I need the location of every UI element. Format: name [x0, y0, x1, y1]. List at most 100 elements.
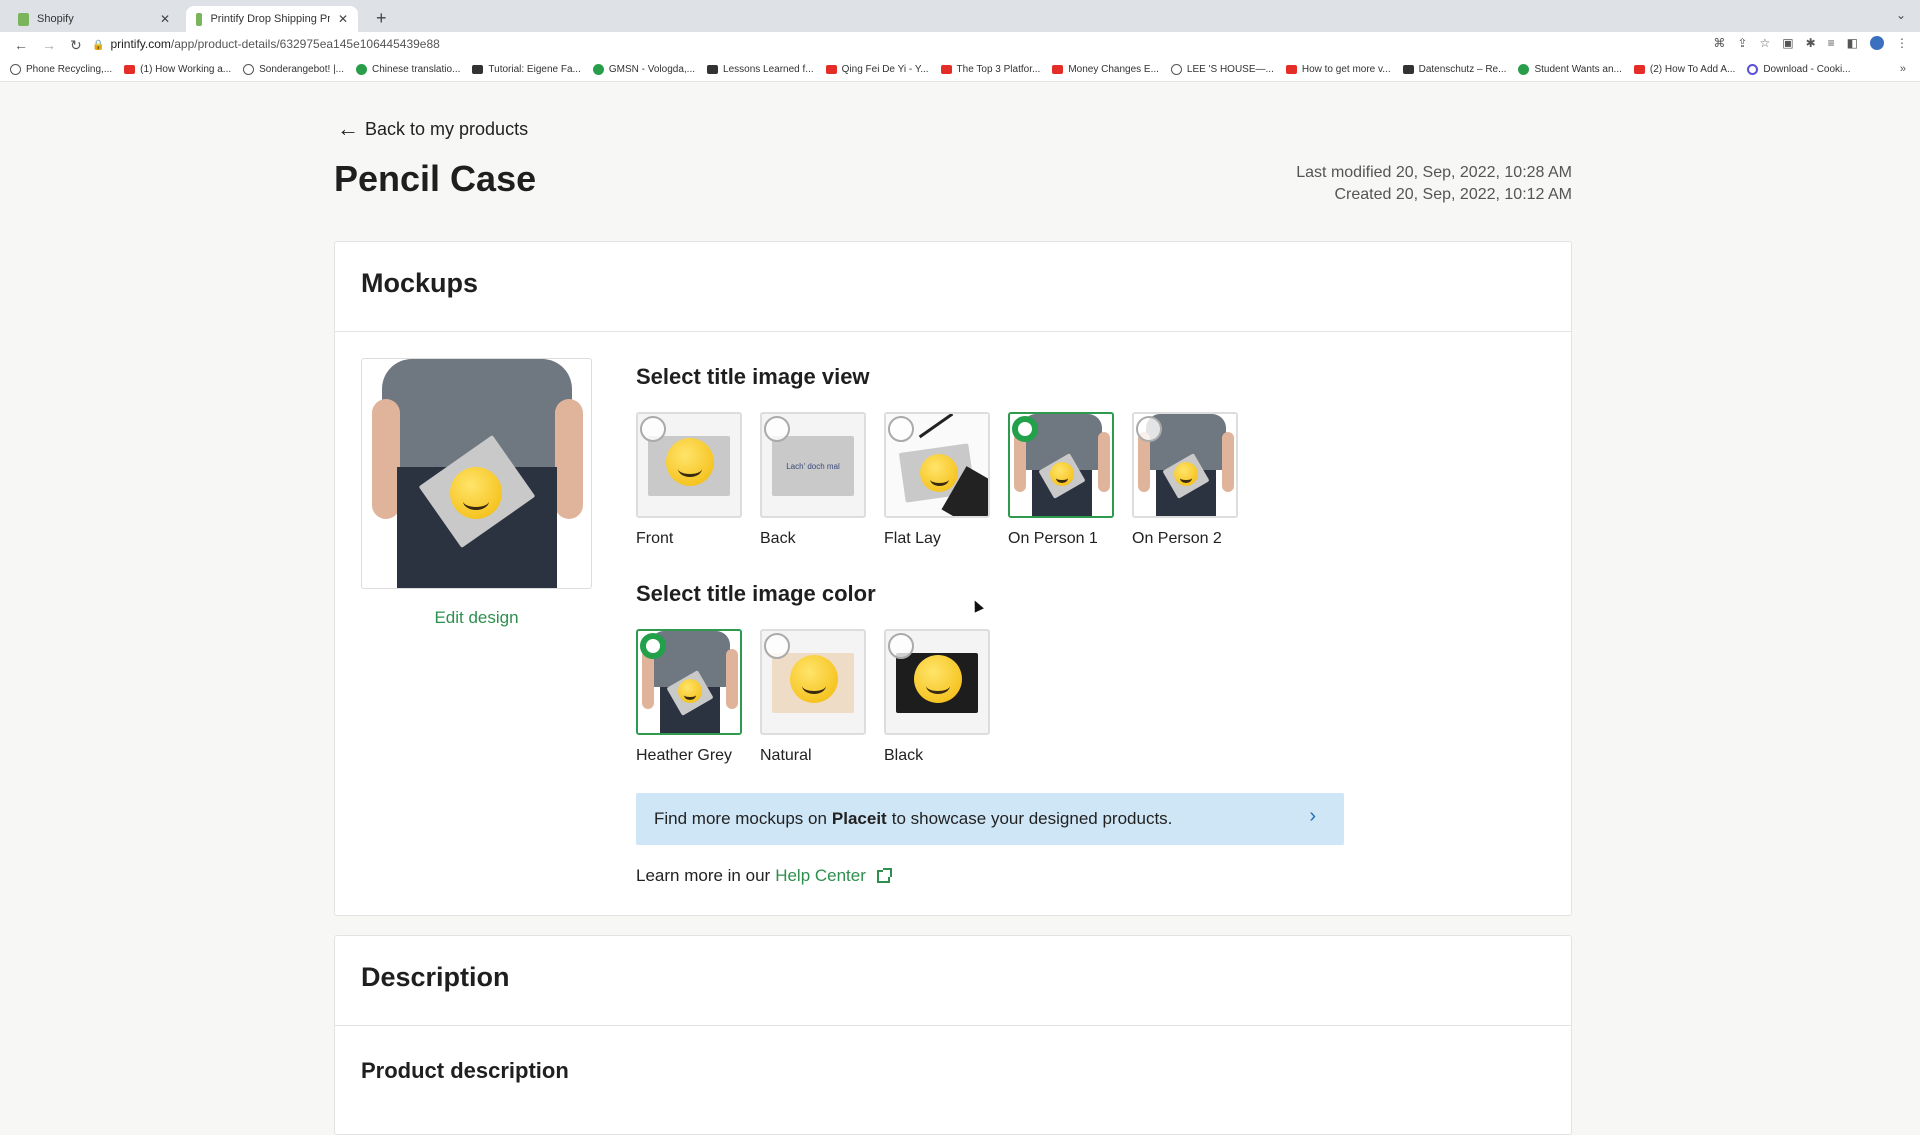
sidebar-icon[interactable]: ◧: [1847, 36, 1858, 50]
url-domain: printify.com: [110, 37, 171, 51]
bookmark-label: Chinese translatio...: [372, 64, 461, 75]
close-tab-icon[interactable]: ✕: [160, 12, 170, 26]
tab-search-chevron-icon[interactable]: ⌄: [1896, 8, 1906, 22]
tab-shopify[interactable]: Shopify ✕: [8, 6, 180, 32]
address-bar: ← → ↻ 🔒 printify.com/app/product-details/…: [0, 32, 1920, 58]
bookmark-item[interactable]: Datenschutz – Re...: [1402, 64, 1507, 75]
placeit-brand: Placeit: [831, 809, 887, 828]
radio-button[interactable]: [1136, 416, 1162, 442]
bookmark-label: Student Wants an...: [1534, 64, 1622, 75]
view-option-on-person-1[interactable]: [1008, 412, 1114, 518]
radio-button[interactable]: [888, 633, 914, 659]
new-tab-button[interactable]: +: [376, 8, 387, 29]
bookmark-label: LEE 'S HOUSE—...: [1186, 64, 1274, 75]
bookmark-item[interactable]: Sonderangebot! |...: [243, 64, 344, 75]
color-label: Black: [884, 747, 924, 764]
url-path: /app/product-details/632975ea145e1064454…: [170, 37, 440, 51]
view-option-flat-lay[interactable]: [884, 412, 990, 518]
youtube-icon: [825, 65, 837, 74]
more-bookmarks-icon[interactable]: »: [1900, 63, 1906, 75]
description-card: Description Product description: [334, 935, 1572, 1135]
color-label: Natural: [760, 747, 812, 764]
learn-more-text: Learn more in our: [636, 866, 771, 885]
bookmark-item[interactable]: How to get more v...: [1285, 64, 1391, 75]
star-icon[interactable]: ☆: [1759, 36, 1770, 50]
radio-button[interactable]: [640, 633, 666, 659]
reload-icon[interactable]: ↻: [70, 37, 82, 54]
tab-title: Printify Drop Shipping Print on: [210, 13, 330, 25]
bookmark-item[interactable]: Lessons Learned f...: [707, 64, 814, 75]
bookmark-item[interactable]: Download - Cooki...: [1747, 64, 1851, 75]
translate-icon[interactable]: ⌘: [1713, 36, 1725, 50]
close-tab-icon[interactable]: ✕: [338, 12, 348, 26]
forward-arrow-icon[interactable]: →: [42, 37, 56, 53]
back-arrow-icon[interactable]: ←: [14, 37, 28, 53]
help-center-link[interactable]: Help Center: [775, 866, 866, 886]
placeit-banner[interactable]: Find more mockups on Placeit to showcase y…: [636, 793, 1344, 845]
title-image-preview: [361, 358, 592, 589]
color-option-black[interactable]: [884, 629, 990, 735]
view-option-back[interactable]: Lach' doch mal: [760, 412, 866, 518]
view-label: On Person 2: [1132, 530, 1222, 547]
bookmark-item[interactable]: Phone Recycling,...: [10, 64, 112, 75]
placeit-prefix: Find more mockups on: [654, 809, 827, 828]
bookmark-item[interactable]: Qing Fei De Yi - Y...: [825, 64, 929, 75]
last-modified: Last modified 20, Sep, 2022, 10:28 AM: [1296, 164, 1572, 181]
arrow-left-icon: ←: [337, 116, 359, 141]
bookmark-item[interactable]: GMSN - Vologda,...: [592, 64, 695, 75]
share-icon[interactable]: ⇪: [1737, 36, 1747, 50]
bookmark-label: Datenschutz – Re...: [1418, 64, 1507, 75]
browser-tab-bar: Shopify ✕ Printify Drop Shipping Print on…: [0, 0, 1920, 32]
opera-icon: [10, 64, 21, 75]
bookmark-item[interactable]: Tutorial: Eigene Fa...: [472, 64, 581, 75]
bookmark-label: How to get more v...: [1301, 64, 1391, 75]
youtube-icon: [124, 65, 136, 74]
back-print-text: Lach' doch mal: [786, 462, 840, 471]
bookmark-label: (2) How To Add A...: [1649, 64, 1736, 75]
radio-button[interactable]: [764, 416, 790, 442]
bookmark-label: Money Changes E...: [1068, 64, 1159, 75]
back-label: Back to my products: [365, 118, 529, 139]
view-label: Front: [636, 530, 674, 547]
edit-design-link[interactable]: Edit design: [361, 608, 592, 628]
bookmark-item[interactable]: Money Changes E...: [1052, 64, 1159, 75]
bookmark-label: Lessons Learned f...: [723, 64, 814, 75]
description-title: Description: [335, 936, 1571, 1026]
bookmark-label: The Top 3 Platfor...: [956, 64, 1041, 75]
puzzle-icon[interactable]: ✱: [1806, 36, 1816, 50]
extension-icon[interactable]: ▣: [1782, 36, 1793, 50]
sonder-icon: [243, 64, 255, 75]
bookmark-item[interactable]: Student Wants an...: [1518, 64, 1622, 75]
view-option-on-person-2[interactable]: [1132, 412, 1238, 518]
color-option-heather-grey[interactable]: [636, 629, 742, 735]
radio-button[interactable]: [888, 416, 914, 442]
radio-button[interactable]: [1012, 416, 1038, 442]
bookmark-item[interactable]: (1) How Working a...: [124, 64, 231, 75]
product-dates: Last modified 20, Sep, 2022, 10:28 AM Cre…: [1296, 162, 1572, 206]
datenschutz-icon: [1402, 65, 1414, 74]
shopify-icon: [18, 12, 29, 26]
mockups-card: Mockups Edit design Select title image v…: [334, 241, 1572, 916]
bookmark-item[interactable]: Chinese translatio...: [356, 64, 460, 75]
youtube-icon: [1633, 65, 1645, 74]
fi-icon: [356, 64, 368, 75]
reading-list-icon[interactable]: ≡: [1828, 36, 1835, 50]
radio-button[interactable]: [764, 633, 790, 659]
bookmark-item[interactable]: (2) How To Add A...: [1633, 64, 1736, 75]
tab-printify[interactable]: Printify Drop Shipping Print on ✕: [186, 6, 358, 32]
back-to-products-link[interactable]: ← Back to my products: [337, 116, 528, 142]
color-option-natural[interactable]: [760, 629, 866, 735]
profile-avatar[interactable]: [1870, 36, 1884, 50]
placeit-suffix: to showcase your designed products.: [891, 809, 1173, 828]
url-field[interactable]: 🔒 printify.com/app/product-details/632975…: [92, 37, 440, 51]
bookmark-item[interactable]: LEE 'S HOUSE—...: [1170, 64, 1274, 75]
color-label: Heather Grey: [636, 747, 733, 764]
menu-icon[interactable]: ⋮: [1896, 36, 1908, 50]
bookmark-label: Tutorial: Eigene Fa...: [488, 64, 581, 75]
learn-more: Learn more in our Help Center: [636, 866, 892, 886]
view-option-front[interactable]: [636, 412, 742, 518]
created-date: Created 20, Sep, 2022, 10:12 AM: [1334, 186, 1573, 203]
external-link-icon[interactable]: [876, 867, 892, 883]
bookmark-item[interactable]: The Top 3 Platfor...: [940, 64, 1041, 75]
radio-button[interactable]: [640, 416, 666, 442]
